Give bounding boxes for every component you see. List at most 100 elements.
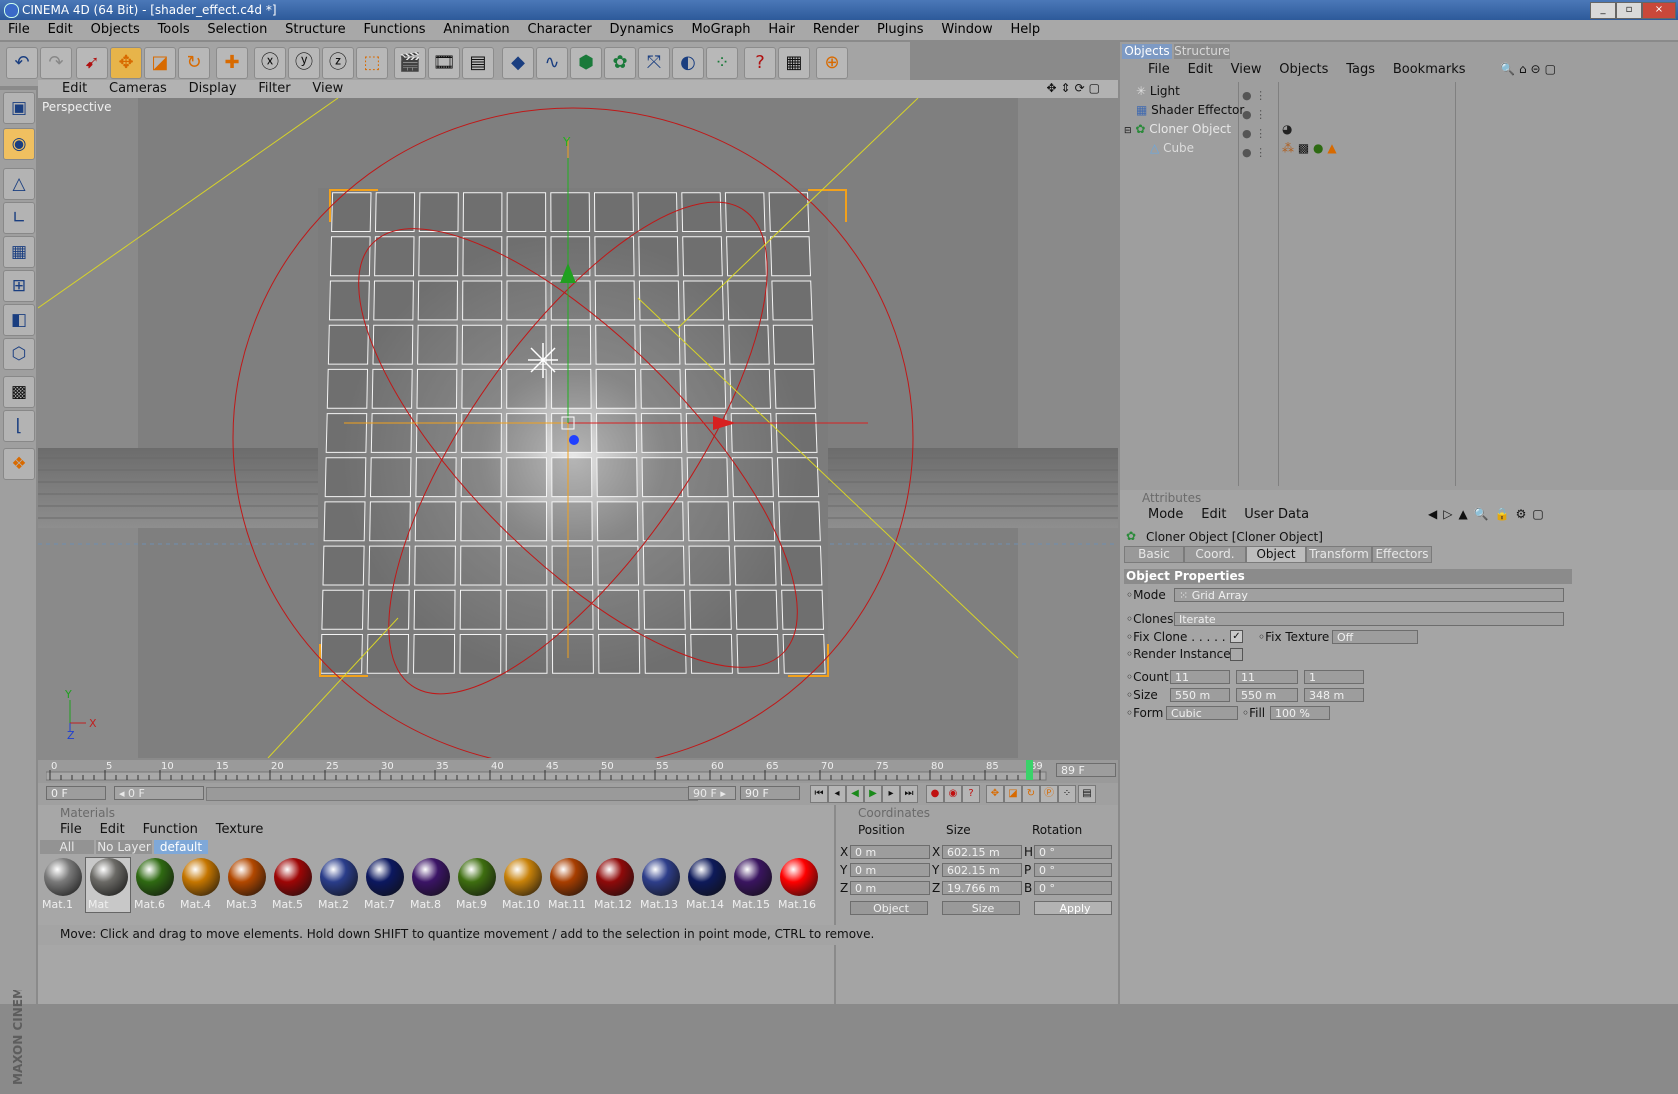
count-x-field[interactable]: 11 bbox=[1170, 670, 1230, 684]
size-y-attr-field[interactable]: 550 m bbox=[1236, 688, 1298, 702]
collapse-icon[interactable]: ⊟ bbox=[1124, 126, 1132, 136]
render-view-icon[interactable]: 🎬 bbox=[394, 47, 426, 79]
rotate-tool-icon[interactable]: ↻ bbox=[178, 47, 210, 79]
particle-icon[interactable]: ⁘ bbox=[706, 47, 738, 79]
z-axis-handle-icon[interactable] bbox=[569, 435, 579, 445]
attr-menu-edit[interactable]: Edit bbox=[1193, 507, 1232, 522]
nurbs-icon[interactable]: ⬢ bbox=[570, 47, 602, 79]
material-item[interactable]: Mat.4 bbox=[178, 858, 222, 912]
render-instances-checkbox[interactable] bbox=[1230, 648, 1243, 661]
objects-nav-icons[interactable]: 🔍⌂⊝▢ bbox=[1500, 62, 1560, 76]
3d-viewport[interactable]: Y Y X Z Perspective bbox=[38, 98, 1118, 758]
mat-menu-edit[interactable]: Edit bbox=[92, 822, 131, 837]
object-row-shader-effector[interactable]: ▦ Shader Effector bbox=[1136, 103, 1244, 117]
key-position-icon[interactable]: ✥ bbox=[986, 785, 1004, 803]
timeline-track[interactable] bbox=[46, 771, 1047, 781]
attributes-nav-icons[interactable]: ◀▷▲🔍🔒⚙▢ bbox=[1428, 507, 1550, 521]
undo-icon[interactable]: ↶ bbox=[6, 47, 38, 79]
material-item[interactable]: Mat.16 bbox=[776, 858, 820, 912]
material-item[interactable]: Mat.7 bbox=[362, 858, 406, 912]
tab-object[interactable]: Object bbox=[1246, 546, 1306, 563]
workplane-mode-icon[interactable]: ⬡ bbox=[3, 338, 35, 370]
move-tool-icon[interactable]: ✥ bbox=[110, 47, 142, 79]
menu-help[interactable]: Help bbox=[1002, 20, 1046, 37]
tab-basic[interactable]: Basic bbox=[1124, 546, 1184, 563]
filter-no-layer-tab[interactable]: No Layer bbox=[96, 840, 152, 854]
count-z-field[interactable]: 1 bbox=[1304, 670, 1364, 684]
close-button[interactable]: × bbox=[1642, 2, 1676, 19]
key-scale-icon[interactable]: ◪ bbox=[1004, 785, 1022, 803]
object-row-cube[interactable]: △ Cube bbox=[1150, 141, 1194, 155]
mat-menu-function[interactable]: Function bbox=[135, 822, 204, 837]
attr-menu-user-data[interactable]: User Data bbox=[1236, 507, 1315, 522]
vp-menu-display[interactable]: Display bbox=[179, 80, 245, 96]
viewport-nav-icons[interactable]: ✥⇕⟳▢ bbox=[1036, 80, 1112, 95]
obj-menu-objects[interactable]: Objects bbox=[1271, 62, 1334, 77]
visibility-dots[interactable]: ● ⋮ ● ⋮ ● ⋮ ● ⋮ bbox=[1242, 86, 1266, 162]
material-item[interactable]: Mat.12 bbox=[592, 858, 636, 912]
play-icon[interactable]: ▶ bbox=[864, 785, 882, 803]
use-edge-mode-icon[interactable]: ∟ bbox=[3, 202, 35, 234]
z-axis-lock-icon[interactable]: ⓩ bbox=[322, 47, 354, 79]
menu-file[interactable]: File bbox=[0, 20, 36, 37]
mat-menu-texture[interactable]: Texture bbox=[208, 822, 270, 837]
menu-functions[interactable]: Functions bbox=[355, 20, 431, 37]
count-y-field[interactable]: 11 bbox=[1236, 670, 1298, 684]
animation-mode-icon[interactable]: ❖ bbox=[3, 448, 35, 480]
timeline-playhead[interactable] bbox=[1026, 760, 1033, 780]
vp-menu-edit[interactable]: Edit bbox=[38, 80, 95, 96]
material-item[interactable]: Mat.14 bbox=[684, 858, 728, 912]
material-item[interactable]: Mat.8 bbox=[408, 858, 452, 912]
minimize-button[interactable]: _ bbox=[1590, 2, 1616, 19]
apply-button[interactable]: Apply bbox=[1034, 901, 1112, 915]
checkerboard-icon[interactable]: ▩ bbox=[3, 376, 35, 408]
menu-plugins[interactable]: Plugins bbox=[869, 20, 930, 37]
max-frame-field[interactable]: 90 F bbox=[740, 786, 800, 800]
pos-z-field[interactable]: 0 m bbox=[850, 881, 930, 895]
warning-tag-icon[interactable]: ▲ bbox=[1327, 141, 1336, 155]
coord-size-mode-select[interactable]: Size bbox=[942, 901, 1020, 915]
cloner-tag-icon[interactable]: ◕ bbox=[1282, 122, 1292, 136]
material-item[interactable]: Mat.11 bbox=[546, 858, 590, 912]
key-parameter-icon[interactable]: Ⓟ bbox=[1040, 785, 1058, 803]
tab-effectors[interactable]: Effectors bbox=[1372, 546, 1432, 563]
material-item[interactable]: Mat.1 bbox=[40, 858, 84, 912]
current-frame-field[interactable]: 0 F bbox=[46, 786, 106, 800]
obj-menu-edit[interactable]: Edit bbox=[1180, 62, 1219, 77]
use-point-mode-icon[interactable]: △ bbox=[3, 168, 35, 200]
material-item[interactable]: Mat.9 bbox=[454, 858, 498, 912]
material-item[interactable]: Mat bbox=[85, 857, 131, 913]
size-y-field[interactable]: 602.15 m bbox=[942, 863, 1022, 877]
key-pla-icon[interactable]: ⁘ bbox=[1058, 785, 1076, 803]
render-settings-icon[interactable]: ▤ bbox=[462, 47, 494, 79]
prev-key-icon[interactable]: ◂ bbox=[828, 785, 846, 803]
timeline-end-field[interactable]: 89 F bbox=[1056, 763, 1116, 777]
menu-hair[interactable]: Hair bbox=[760, 20, 801, 37]
fix-texture-select[interactable]: Off bbox=[1332, 630, 1418, 644]
rot-h-field[interactable]: 0 ° bbox=[1034, 845, 1112, 859]
object-row-cloner[interactable]: ⊟ ✿ Cloner Object bbox=[1124, 122, 1231, 136]
obj-menu-bookmarks[interactable]: Bookmarks bbox=[1385, 62, 1472, 77]
menu-window[interactable]: Window bbox=[933, 20, 998, 37]
mograph-cloner-icon[interactable]: ✿ bbox=[604, 47, 636, 79]
recent-tools-icon[interactable]: ✚ bbox=[216, 47, 248, 79]
size-z-attr-field[interactable]: 348 m bbox=[1304, 688, 1364, 702]
go-to-start-icon[interactable]: ⏮ bbox=[810, 785, 828, 803]
mat-menu-file[interactable]: File bbox=[52, 822, 88, 837]
fill-field[interactable]: 100 % bbox=[1270, 706, 1330, 720]
filter-all-tab[interactable]: All bbox=[40, 840, 94, 854]
menu-dynamics[interactable]: Dynamics bbox=[602, 20, 680, 37]
tab-transform[interactable]: Transform bbox=[1306, 546, 1372, 563]
obj-menu-file[interactable]: File bbox=[1140, 62, 1176, 77]
help-pointer-icon[interactable]: ? bbox=[744, 47, 776, 79]
tab-objects[interactable]: Objects bbox=[1122, 44, 1172, 59]
y-axis-lock-icon[interactable]: ⓨ bbox=[288, 47, 320, 79]
go-to-end-icon[interactable]: ⏭ bbox=[900, 785, 918, 803]
menu-mograph[interactable]: MoGraph bbox=[683, 20, 756, 37]
size-x-attr-field[interactable]: 550 m bbox=[1170, 688, 1230, 702]
script-manager-icon[interactable]: ▦ bbox=[778, 47, 810, 79]
mode-select[interactable]: ⁙ Grid Array bbox=[1174, 588, 1564, 602]
pos-x-field[interactable]: 0 m bbox=[850, 845, 930, 859]
content-browser-icon[interactable]: ⊕ bbox=[816, 47, 848, 79]
cube-primitive-icon[interactable]: ◆ bbox=[502, 47, 534, 79]
